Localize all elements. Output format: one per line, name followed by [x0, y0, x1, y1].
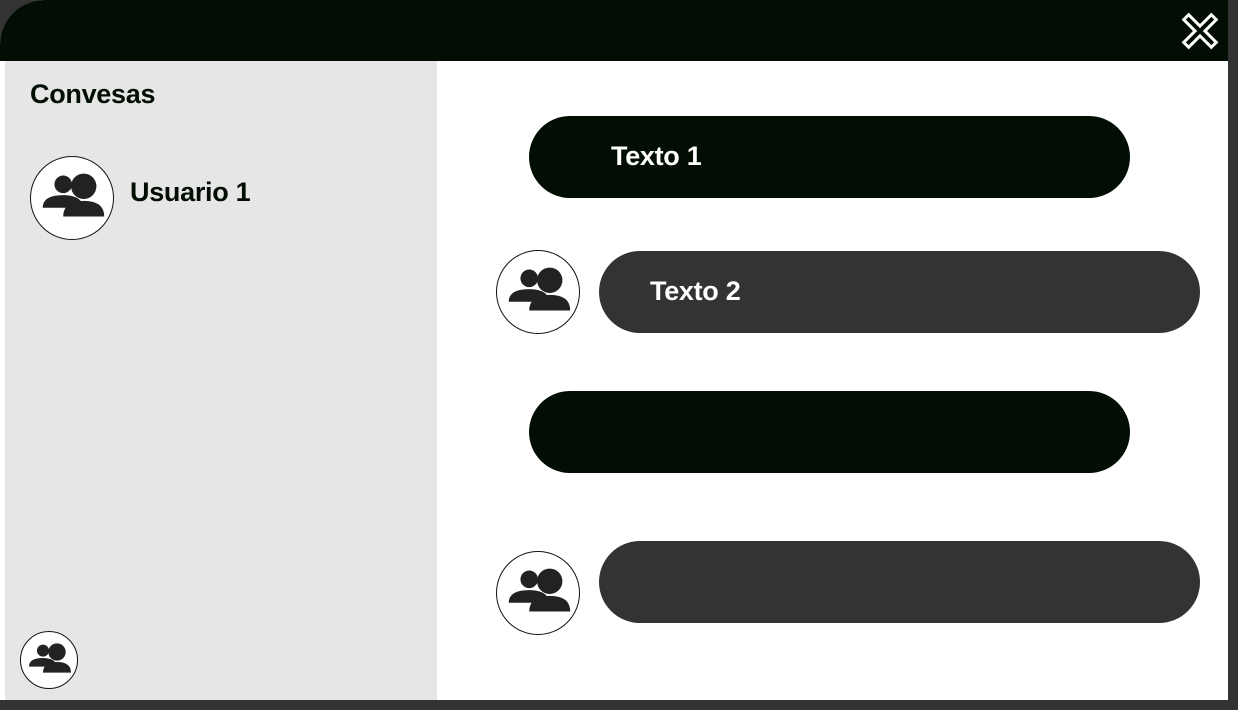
- received-message-bubble: Texto 2: [599, 251, 1200, 333]
- chat-window: Convesas Usuario 1 Texto 1 Texto 2: [0, 0, 1228, 700]
- users-icon: [42, 173, 105, 217]
- sent-message-bubble: Texto 1: [529, 116, 1130, 198]
- message-text: Texto 1: [611, 141, 702, 171]
- avatar: [30, 156, 114, 240]
- users-icon: [508, 568, 571, 612]
- received-message-bubble: [599, 541, 1200, 623]
- conversation-item-usuario-1[interactable]: Usuario 1: [30, 156, 330, 240]
- users-icon: [29, 643, 71, 673]
- conversation-name: Usuario 1: [130, 177, 251, 207]
- sender-avatar: [496, 250, 580, 334]
- title-bar: [0, 0, 1228, 61]
- message-text: Texto 2: [650, 276, 741, 306]
- users-icon: [508, 267, 571, 311]
- current-user-avatar[interactable]: [20, 631, 78, 689]
- sidebar-title: Convesas: [30, 79, 156, 109]
- close-button[interactable]: [1178, 9, 1222, 53]
- close-x-icon: [1181, 12, 1219, 50]
- chat-panel: Texto 1 Texto 2: [437, 61, 1228, 700]
- sent-message-bubble: [529, 391, 1130, 473]
- sender-avatar: [496, 551, 580, 635]
- conversations-sidebar: Convesas Usuario 1: [5, 61, 437, 700]
